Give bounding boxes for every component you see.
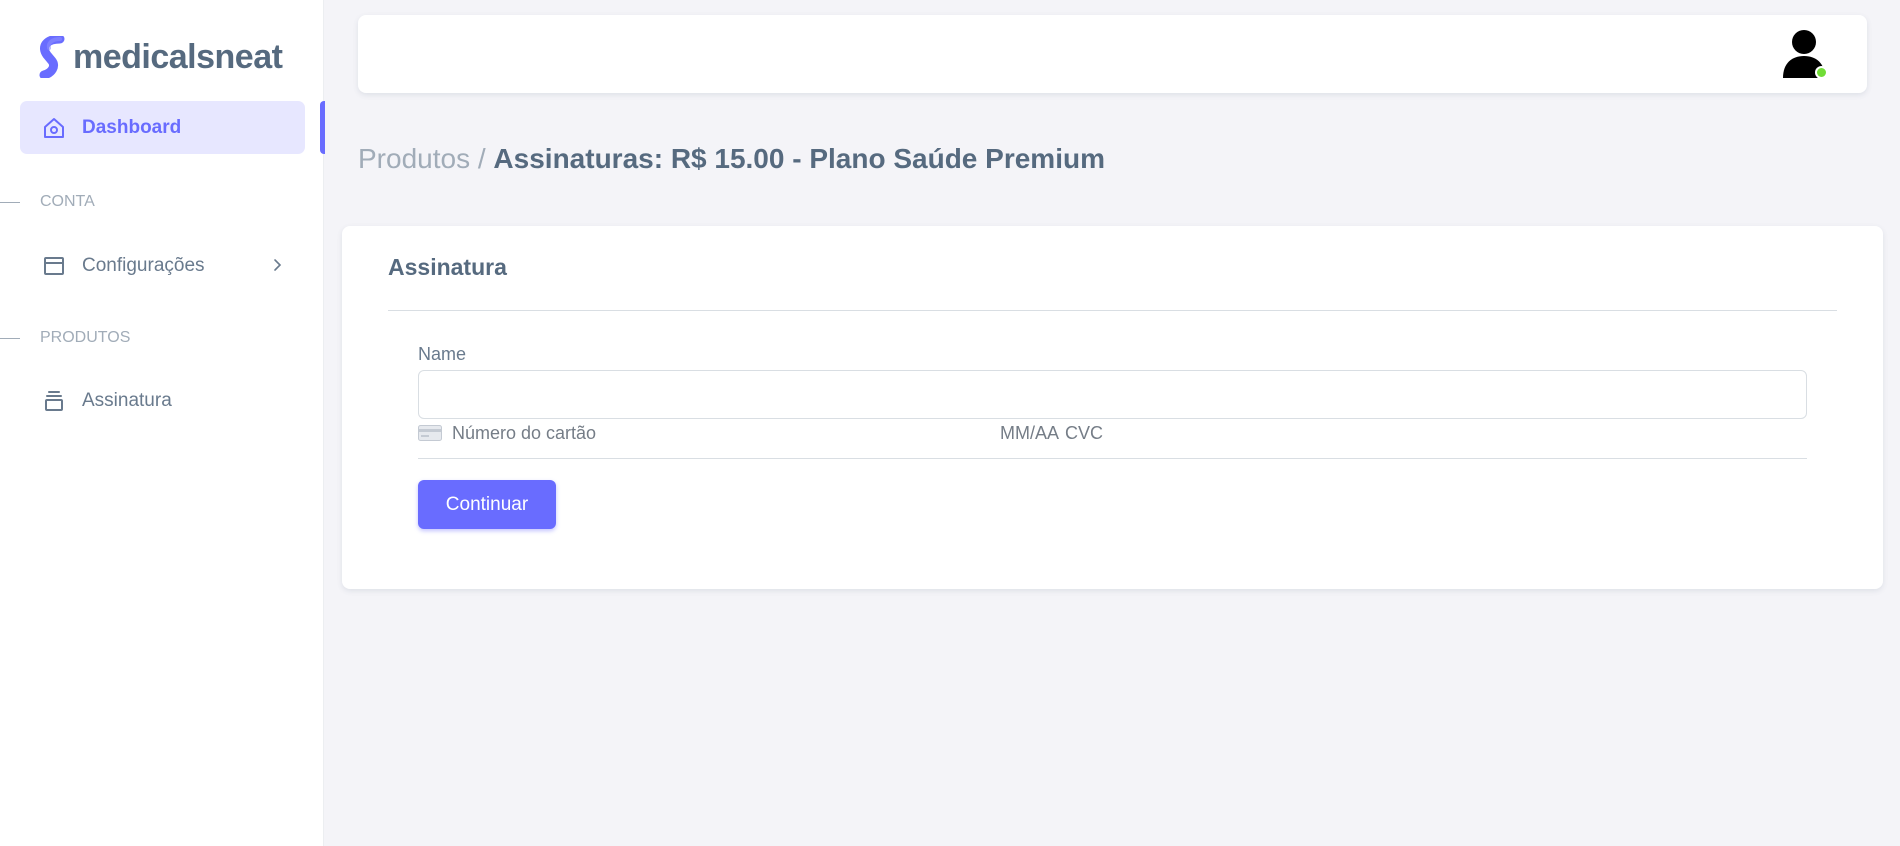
user-avatar[interactable] — [1781, 29, 1828, 79]
sidebar-item-label: Assinatura — [82, 389, 172, 411]
menu-header-dash — [0, 337, 20, 339]
top-navbar — [358, 15, 1867, 93]
breadcrumb-current: Assinaturas: R$ 15.00 - Plano Saúde Prem… — [493, 143, 1105, 174]
menu-header-produtos: PRODUTOS — [0, 329, 130, 347]
active-menu-indicator — [320, 101, 325, 154]
menu-header-label: PRODUTOS — [40, 329, 131, 346]
menu-header-dash — [0, 201, 20, 203]
card-cvc-field[interactable]: CVC — [1065, 423, 1103, 444]
brand-name: medicalsneat — [73, 37, 283, 76]
name-label: Name — [418, 344, 467, 364]
menu-header-label: CONTA — [40, 193, 95, 210]
card-number-field[interactable]: Número do cartão — [452, 423, 1000, 444]
card-expiry-field[interactable]: MM/AA — [1000, 423, 1059, 444]
name-input[interactable] — [418, 370, 1807, 419]
brand[interactable]: medicalsneat — [38, 36, 283, 78]
breadcrumb: Produtos / Assinaturas: R$ 15.00 - Plano… — [358, 143, 1105, 175]
sidebar-item-configuracoes[interactable]: Configurações — [20, 239, 305, 292]
card-element-divider — [418, 458, 1807, 459]
sidebar-item-label: Configurações — [82, 254, 205, 276]
credit-card-icon — [418, 425, 442, 441]
breadcrumb-parent[interactable]: Produtos / — [358, 143, 486, 174]
subscription-card: Assinatura Name Número do cartão MM/AA C… — [342, 226, 1883, 589]
sidebar-item-assinatura[interactable]: Assinatura — [20, 374, 305, 427]
layout-icon — [44, 256, 64, 275]
card-header-divider — [388, 310, 1837, 311]
brand-logo-icon — [39, 36, 65, 78]
sidebar-item-dashboard[interactable]: Dashboard — [20, 101, 305, 154]
chevron-right-icon — [274, 259, 282, 271]
home-icon — [44, 117, 64, 138]
sidebar: medicalsneat Dashboard CONTA Configuraçõ… — [0, 0, 325, 846]
card-title: Assinatura — [388, 254, 507, 280]
online-status-dot — [1815, 66, 1828, 79]
stack-icon — [45, 390, 63, 411]
continue-button[interactable]: Continuar — [418, 480, 556, 529]
sidebar-item-label: Dashboard — [82, 116, 182, 138]
card-element[interactable]: Número do cartão MM/AA CVC — [418, 419, 1807, 447]
menu-header-conta: CONTA — [0, 193, 95, 211]
